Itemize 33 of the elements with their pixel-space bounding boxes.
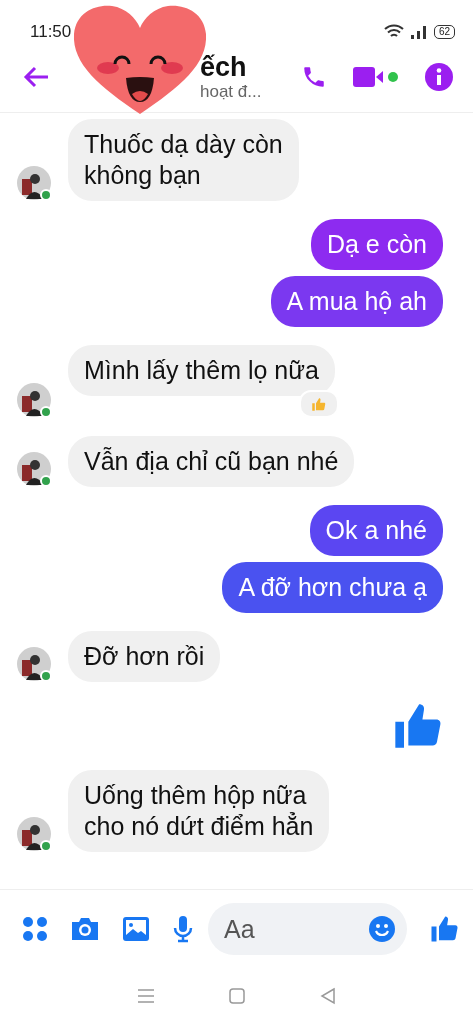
message-bubble: Mình lấy thêm lọ nữa (68, 345, 335, 396)
avatar[interactable] (16, 165, 52, 201)
thumbs-up-icon[interactable] (429, 914, 459, 944)
message-bubble: A đỡ hơn chưa ạ (222, 562, 443, 613)
message-bubble: Dạ e còn (310, 219, 443, 270)
message-bubble: Vẫn địa chỉ cũ bạn nhé (68, 436, 355, 487)
signal-icon (409, 25, 428, 39)
info-icon[interactable] (425, 63, 453, 91)
home-icon[interactable] (227, 987, 246, 1005)
back-icon[interactable] (22, 65, 50, 89)
menu-dots-icon[interactable] (22, 916, 48, 942)
message-bubble: Thuốc dạ dày còn không bạn (68, 119, 299, 201)
message-input[interactable]: Aa (208, 903, 407, 955)
avatar[interactable] (16, 382, 52, 418)
microphone-icon[interactable] (172, 915, 194, 943)
status-time: 11:50 (30, 22, 72, 42)
message-bubble: A mua hộ ah (270, 276, 443, 327)
contact-status: hoạt đ... (200, 82, 263, 102)
thumbs-up-icon (311, 396, 327, 412)
message-bubble: Ok a nhé (309, 505, 443, 556)
contact-name: ếch (200, 52, 248, 82)
camera-icon[interactable] (70, 916, 100, 942)
image-icon[interactable] (122, 916, 150, 942)
avatar[interactable] (16, 646, 52, 682)
emoji-icon[interactable] (369, 916, 395, 942)
phone-icon[interactable] (301, 64, 327, 90)
message-bubble: Uống thêm hộp nữa cho nó dứt điểm hẳn (68, 770, 330, 852)
video-call-icon[interactable] (353, 65, 399, 89)
back-icon[interactable] (318, 987, 337, 1005)
battery-level: 62 (433, 25, 455, 39)
avatar[interactable] (16, 816, 52, 852)
avatar[interactable] (16, 451, 52, 487)
message-bubble: Đỡ hơn rồi (68, 631, 221, 682)
